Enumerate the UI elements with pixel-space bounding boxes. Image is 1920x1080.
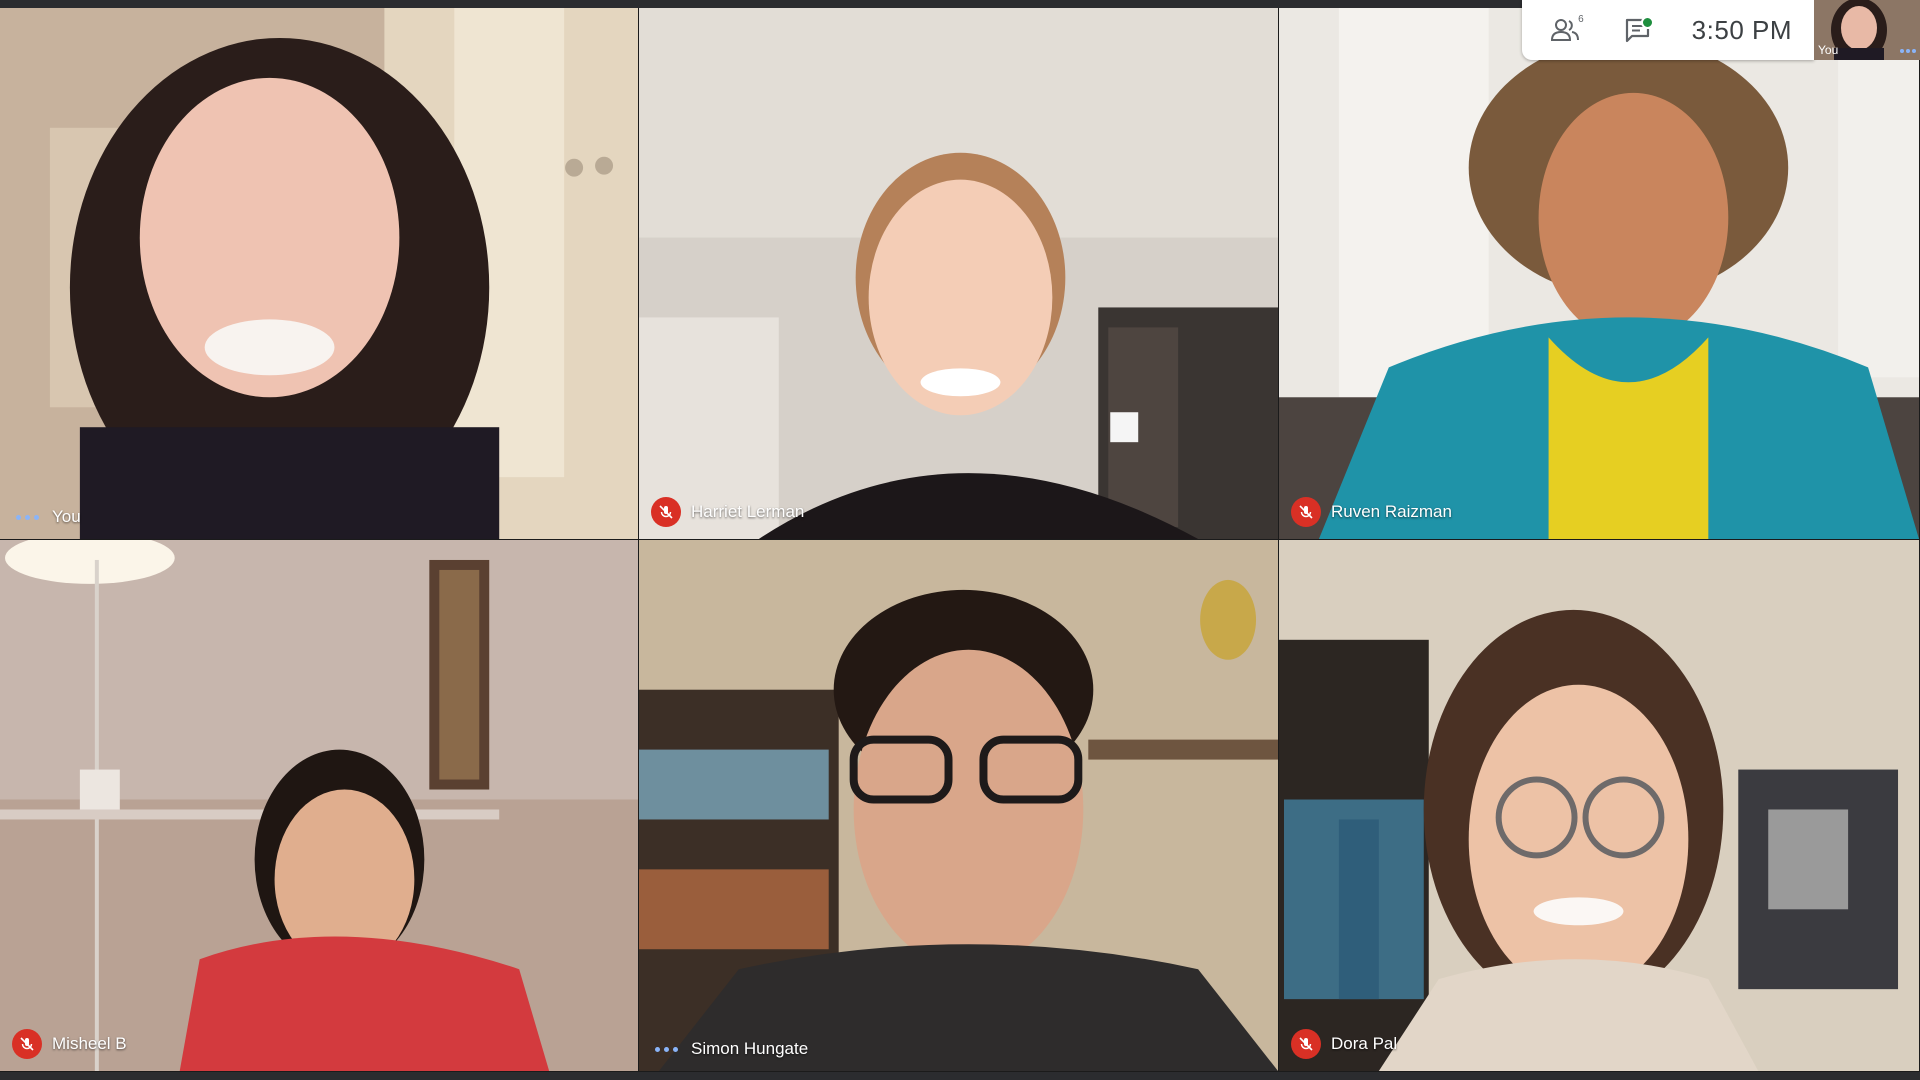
- participants-button[interactable]: 6: [1548, 12, 1584, 48]
- participant-name: Harriet Lerman: [691, 502, 805, 521]
- participant-video: [639, 540, 1278, 1071]
- participant-tile-harriet-lerman[interactable]: Harriet Lerman: [639, 8, 1279, 540]
- participant-tile-you[interactable]: You: [0, 8, 639, 540]
- meeting-topbar: 6 3:50 PM You: [1521, 0, 1920, 60]
- more-options-icon[interactable]: [12, 514, 42, 520]
- participant-label: Harriet Lerman: [651, 497, 804, 527]
- participant-name: Misheel B: [52, 1034, 127, 1053]
- participant-label: Misheel B: [12, 1029, 127, 1059]
- participant-tile-dora-pal[interactable]: Dora Pal: [1279, 540, 1920, 1072]
- participant-video: [1279, 540, 1919, 1071]
- chat-button[interactable]: [1620, 12, 1656, 48]
- participant-label: Ruven Raizman: [1291, 497, 1452, 527]
- video-grid: You Harriet Lerman Ruven Raizman Misheel…: [0, 8, 1920, 1072]
- participant-tile-simon-hungate[interactable]: Simon Hungate: [639, 540, 1279, 1072]
- self-view-label: You: [1818, 43, 1839, 57]
- self-view-thumbnail[interactable]: You: [1814, 0, 1920, 60]
- participant-label: Dora Pal: [1291, 1029, 1397, 1059]
- more-options-icon[interactable]: [651, 1046, 681, 1052]
- mic-off-icon: [12, 1029, 42, 1059]
- meeting-info-card: 6 3:50 PM: [1521, 0, 1814, 60]
- participant-name: Simon Hungate: [691, 1039, 809, 1058]
- participant-label: You: [12, 507, 81, 527]
- participant-video: [1279, 8, 1919, 539]
- participant-tile-misheel-b[interactable]: Misheel B: [0, 540, 639, 1072]
- participant-name: Ruven Raizman: [1331, 502, 1452, 521]
- participant-label: Simon Hungate: [651, 1039, 808, 1059]
- people-icon: [1550, 19, 1579, 41]
- participant-video: [0, 8, 638, 539]
- participants-count: 6: [1578, 14, 1584, 25]
- participant-tile-ruven-raizman[interactable]: Ruven Raizman: [1279, 8, 1920, 540]
- unread-indicator: [1640, 16, 1654, 29]
- mic-off-icon: [651, 497, 681, 527]
- meeting-clock: 3:50 PM: [1691, 14, 1792, 45]
- bottom-strip: [0, 1072, 1920, 1080]
- participant-video: [639, 8, 1278, 539]
- participant-name: Dora Pal: [1331, 1034, 1398, 1053]
- mic-off-icon: [1291, 1029, 1321, 1059]
- mic-off-icon: [1291, 497, 1321, 527]
- participant-name: You: [52, 507, 81, 526]
- participant-video: [0, 540, 638, 1071]
- more-options-icon[interactable]: [1900, 49, 1916, 53]
